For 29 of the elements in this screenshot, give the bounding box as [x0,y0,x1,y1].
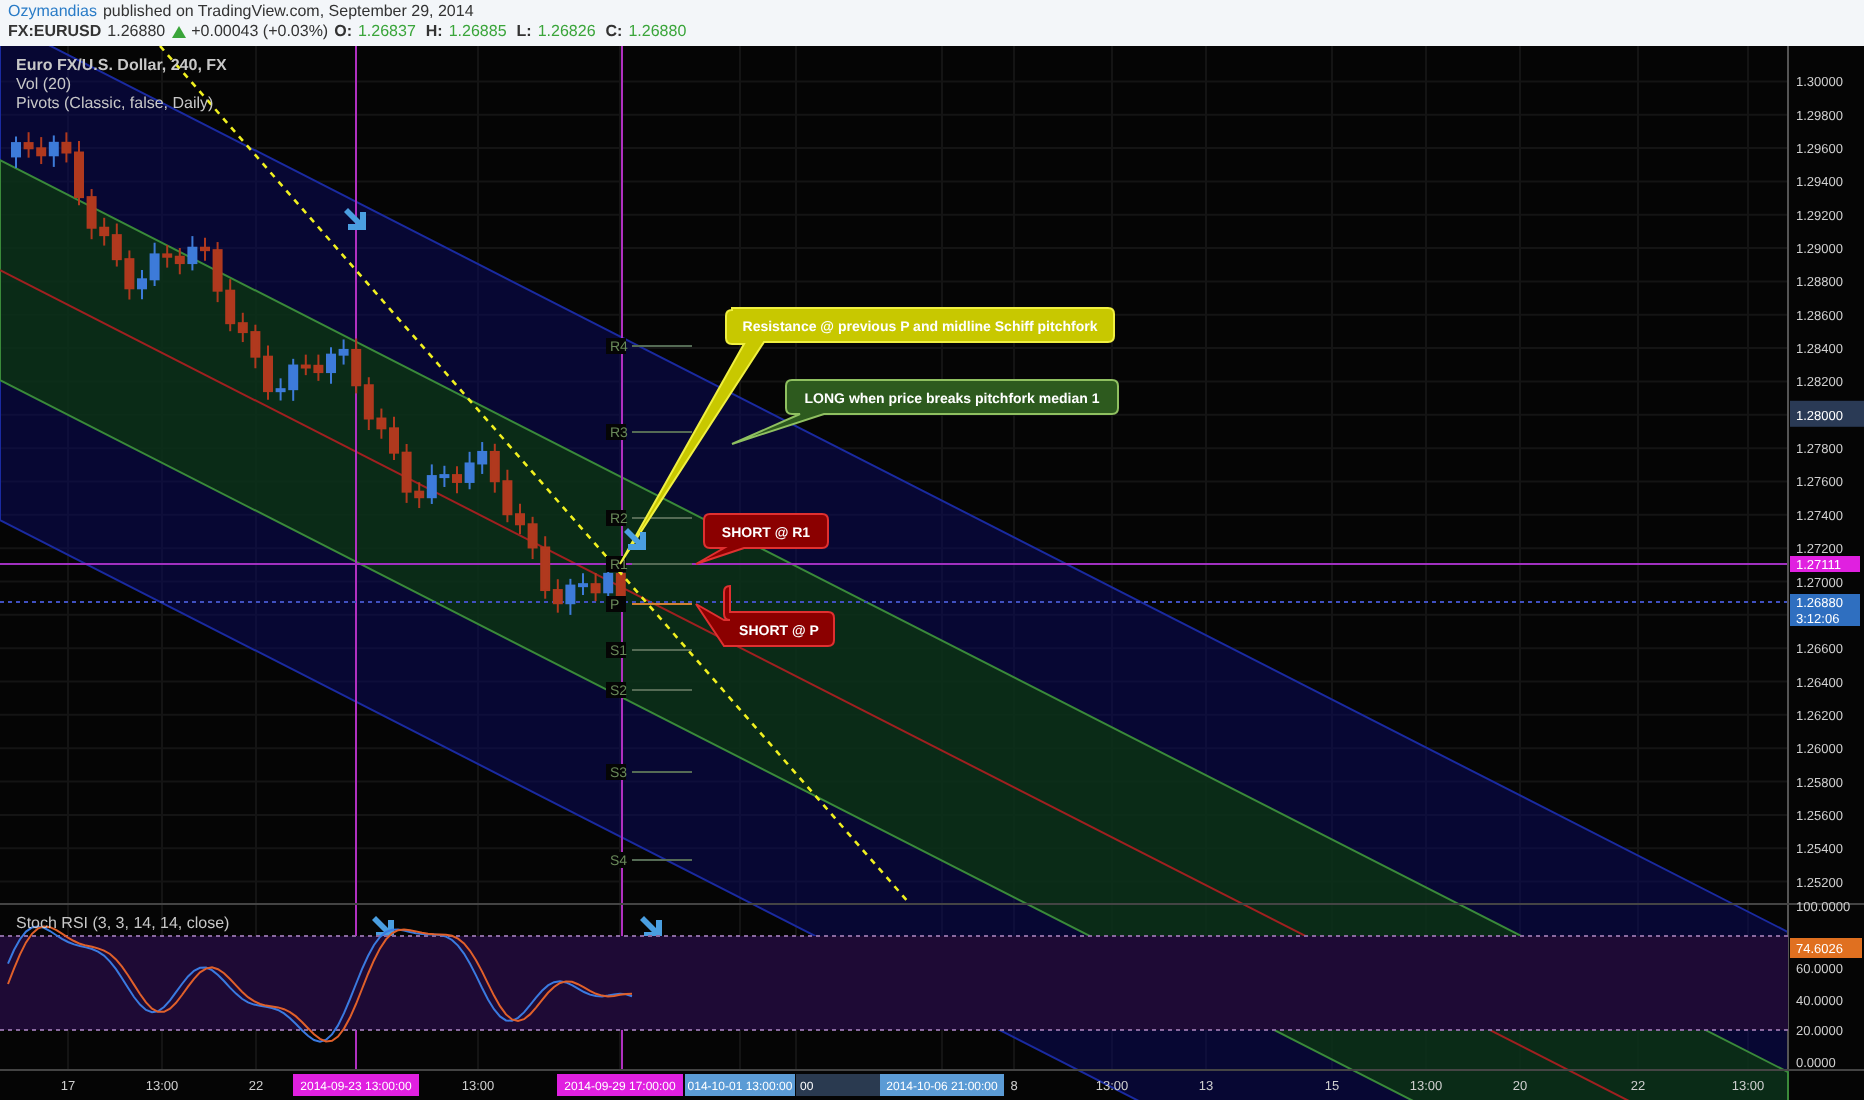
author-link[interactable]: Ozymandias [8,2,97,22]
published-text: published on TradingView.com, September 29, 2014 [102,2,474,22]
pivot-line [631,345,693,347]
pivot-line [631,771,693,773]
up-triangle-icon [171,26,186,38]
pivot-line [631,431,693,433]
ohlc-value: 1.26885 [448,22,507,42]
pivot-line [631,563,693,565]
pivot-line [631,603,693,605]
pivot-line [631,859,693,861]
arrow-icon [344,208,366,230]
ohlc-value: 1.26826 [537,22,596,42]
legend-text: Vol (20) [16,75,72,93]
ohlc-value: 1.26837 [357,22,416,42]
change-value: +0.00043 (+0.03%) [191,22,329,42]
ohlc-label: O: [334,22,352,42]
pivot-line [631,517,693,519]
crosshair-price-marker [1790,400,1864,427]
ohlc-label: L: [516,22,532,42]
ohlc-label: C: [605,22,623,42]
price-value: 1.26880 [107,22,166,42]
legend-text: Pivots (Classic, false, Daily) [16,94,214,112]
ohlc-value: 1.26880 [628,22,687,42]
stoch-title: Stoch RSI (3, 3, 14, 14, close) [16,914,230,932]
pivot-line [631,689,693,691]
ohlc-label: H: [425,22,443,42]
pivot-line [631,649,693,651]
symbol-label: FX:EURUSD [8,22,102,42]
arrow-icon [624,528,646,550]
